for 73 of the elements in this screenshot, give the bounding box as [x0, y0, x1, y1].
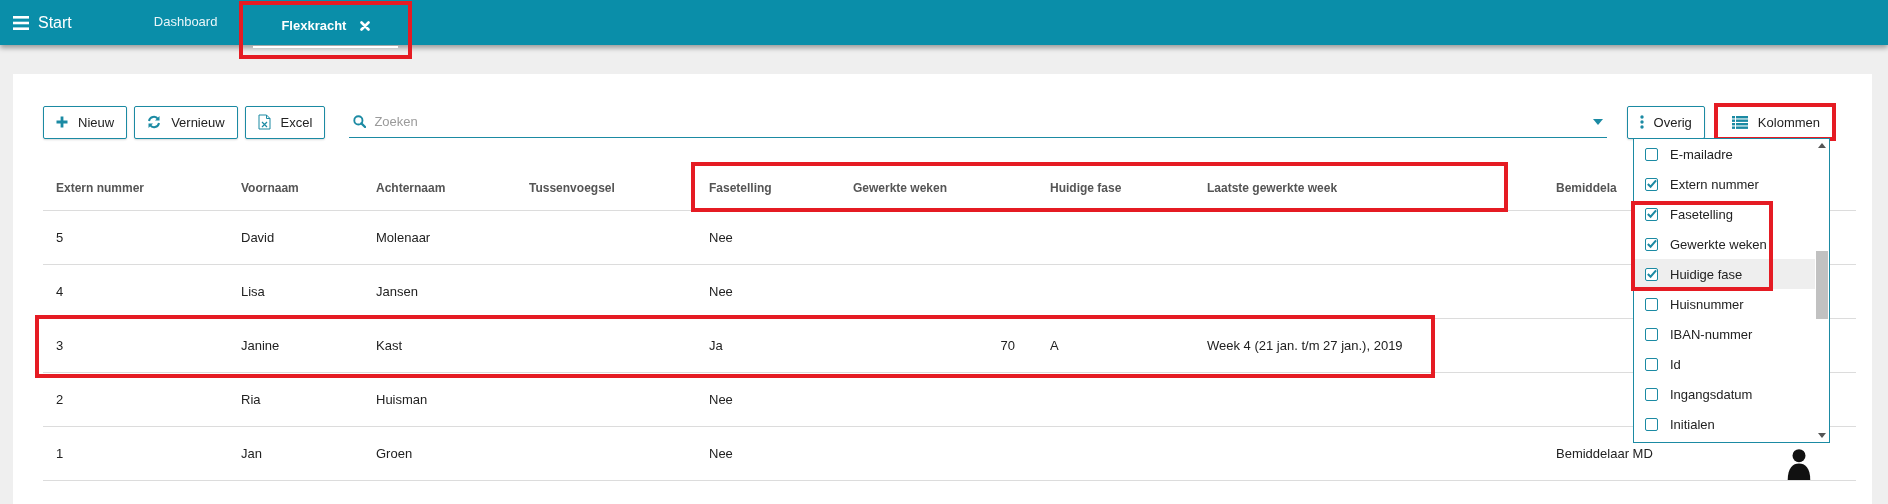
search-field[interactable]: Zoeken	[374, 112, 1585, 131]
table-cell: Ria	[241, 392, 261, 407]
column-option[interactable]: E-mailadre	[1670, 146, 1733, 162]
column-header[interactable]: Tussenvoegsel	[529, 180, 615, 195]
table-cell: Nee	[709, 230, 733, 245]
table-cell: Huisman	[376, 392, 428, 407]
scroll-down-icon[interactable]	[1818, 433, 1826, 438]
table-cell: Groen	[376, 446, 413, 461]
tab[interactable]: Flexkracht	[253, 5, 399, 48]
table-cell: 4	[56, 284, 64, 299]
column-header[interactable]: Gewerkte weken	[853, 180, 948, 195]
checkbox[interactable]	[1645, 327, 1658, 341]
column-option[interactable]: Huisnummer	[1670, 296, 1744, 312]
column-header[interactable]: Huidige fase	[1050, 180, 1122, 195]
checkbox[interactable]	[1645, 207, 1658, 221]
scroll-up-icon[interactable]	[1818, 143, 1826, 148]
table-cell: David	[241, 230, 275, 245]
table-cell: Bemiddelaar MD	[1556, 446, 1653, 461]
refresh-icon	[147, 115, 162, 129]
search-icon	[353, 115, 367, 128]
table-cell: A	[1050, 338, 1059, 353]
toolbar-button[interactable]: Nieuw	[43, 105, 128, 139]
table-cell: 1	[56, 446, 64, 461]
table-cell: Nee	[709, 284, 733, 299]
checkbox[interactable]	[1645, 357, 1658, 371]
table-cell: Jan	[241, 446, 262, 461]
checkbox[interactable]	[1645, 177, 1658, 191]
table-cell: Kast	[376, 338, 402, 353]
user-silhouette-icon	[1786, 447, 1812, 480]
table-cell: Molenaar	[376, 230, 431, 245]
column-header[interactable]: Voornaam	[241, 180, 299, 195]
table-cell: Lisa	[241, 284, 265, 299]
table-cell: 70	[1000, 338, 1015, 353]
table-cell: 2	[56, 392, 64, 407]
column-option[interactable]: Fasetelling	[1670, 206, 1733, 222]
checkbox[interactable]	[1645, 237, 1658, 251]
menu-icon[interactable]	[13, 15, 29, 30]
scrollbar-thumb[interactable]	[1816, 251, 1828, 319]
spreadsheet-file-icon	[257, 114, 271, 130]
checkbox[interactable]	[1645, 267, 1658, 281]
column-option[interactable]: Ingangsdatum	[1670, 386, 1753, 402]
list-icon	[1731, 115, 1748, 129]
column-option[interactable]: IBAN-nummer	[1670, 326, 1753, 342]
table-cell: Nee	[709, 446, 733, 461]
column-header[interactable]: Bemiddela	[1556, 180, 1617, 195]
checkbox[interactable]	[1645, 417, 1658, 431]
close-icon[interactable]	[360, 20, 371, 31]
checkbox[interactable]	[1645, 297, 1658, 311]
checkbox[interactable]	[1645, 147, 1658, 161]
table-cell: Janine	[241, 338, 280, 353]
checkbox[interactable]	[1645, 387, 1658, 401]
toolbar-button[interactable]: Overig	[1626, 105, 1705, 139]
column-option[interactable]: Gewerkte weken	[1670, 236, 1767, 252]
column-header[interactable]: Laatste gewerkte week	[1207, 180, 1338, 195]
column-header[interactable]: Extern nummer	[56, 180, 145, 195]
more-icon	[1639, 115, 1644, 129]
table-cell: Nee	[709, 392, 733, 407]
app-title[interactable]: Start	[38, 13, 72, 32]
column-option[interactable]: Initialen	[1670, 416, 1715, 432]
column-header[interactable]: Fasetelling	[709, 180, 772, 195]
table-cell: Week 4 (21 jan. t/m 27 jan.), 2019	[1207, 338, 1403, 353]
caret-icon[interactable]	[1592, 118, 1603, 125]
toolbar-button[interactable]: Excel	[244, 105, 326, 139]
plus-icon	[56, 116, 68, 128]
table-cell: 3	[56, 338, 64, 353]
table-cell: Jansen	[376, 284, 418, 299]
column-option[interactable]: Extern nummer	[1670, 176, 1759, 192]
table-cell: Ja	[709, 338, 723, 353]
table-cell: 5	[56, 230, 64, 245]
column-option[interactable]: Id	[1670, 356, 1681, 372]
toolbar-button[interactable]: Vernieuw	[134, 105, 238, 139]
column-header[interactable]: Achternaam	[376, 180, 446, 195]
tab[interactable]: Dashboard	[137, 0, 234, 45]
